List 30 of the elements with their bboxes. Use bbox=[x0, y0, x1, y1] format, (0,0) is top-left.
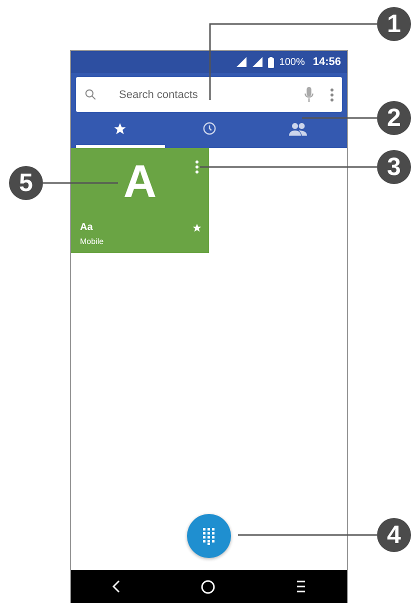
more-icon[interactable] bbox=[195, 160, 199, 174]
callout-number: 5 bbox=[9, 166, 43, 200]
contact-name: Aa bbox=[80, 222, 93, 233]
signal-icon bbox=[236, 57, 248, 67]
back-button[interactable] bbox=[112, 580, 120, 593]
callout-number: 4 bbox=[377, 518, 411, 552]
search-icon bbox=[84, 88, 97, 101]
search-field[interactable]: Search contacts bbox=[76, 77, 342, 112]
more-icon[interactable] bbox=[330, 88, 334, 102]
callout-number: 3 bbox=[377, 150, 411, 184]
menu-button[interactable] bbox=[296, 580, 306, 593]
people-icon bbox=[288, 122, 307, 136]
callout-number: 2 bbox=[377, 101, 411, 135]
home-icon bbox=[200, 580, 215, 594]
signal-icon bbox=[252, 57, 264, 67]
battery-percent: 100% bbox=[279, 56, 305, 68]
contact-tile[interactable]: A Aa Mobile bbox=[71, 148, 209, 253]
dialpad-icon bbox=[203, 528, 215, 544]
callout-number: 1 bbox=[377, 7, 411, 41]
contact-initial: A bbox=[123, 158, 157, 204]
phone-type: Mobile bbox=[80, 237, 104, 246]
clock-time: 14:56 bbox=[312, 56, 341, 68]
back-icon bbox=[112, 580, 120, 593]
search-input[interactable]: Search contacts bbox=[105, 88, 296, 102]
star-icon bbox=[113, 122, 128, 136]
battery-icon bbox=[268, 56, 274, 68]
menu-icon bbox=[296, 580, 306, 593]
home-button[interactable] bbox=[200, 580, 215, 594]
dialpad-button[interactable] bbox=[187, 514, 231, 558]
clock-icon bbox=[202, 121, 216, 136]
